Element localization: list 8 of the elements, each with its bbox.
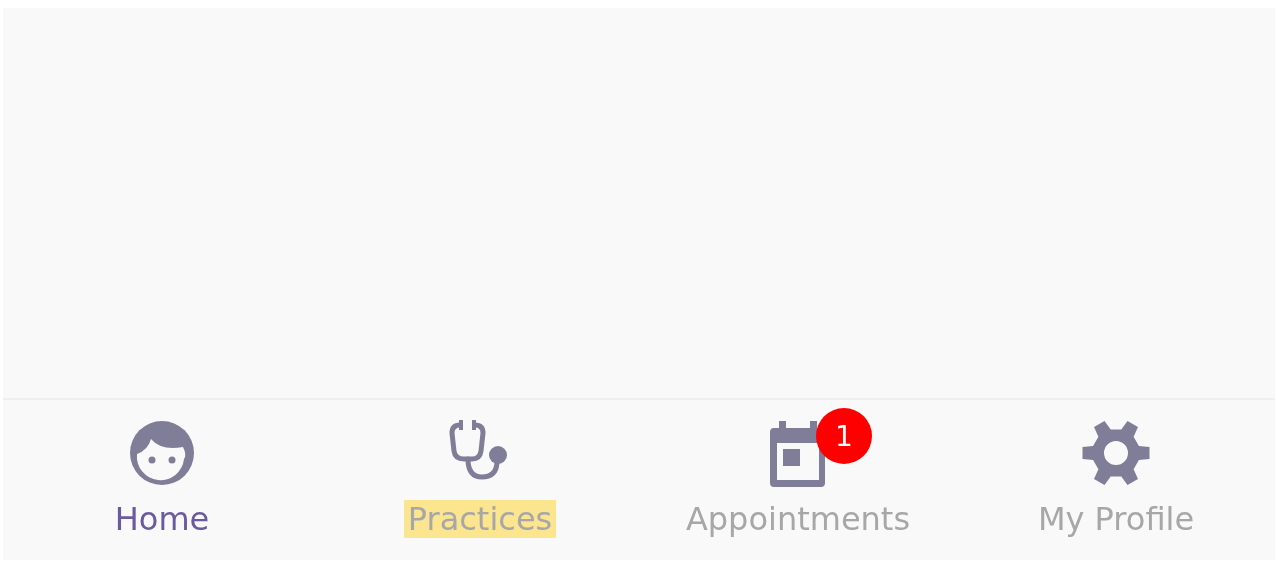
tab-label: My Profile	[1036, 500, 1196, 538]
tab-label: Appointments	[684, 500, 912, 538]
tab-label: Practices	[403, 500, 557, 538]
tab-label: Home	[113, 500, 211, 538]
tab[interactable]: 1 Appointments	[639, 400, 957, 560]
tab[interactable]: My Profile	[957, 400, 1275, 560]
notification-badge: 1	[816, 408, 872, 464]
tab[interactable]: Home	[3, 400, 321, 560]
